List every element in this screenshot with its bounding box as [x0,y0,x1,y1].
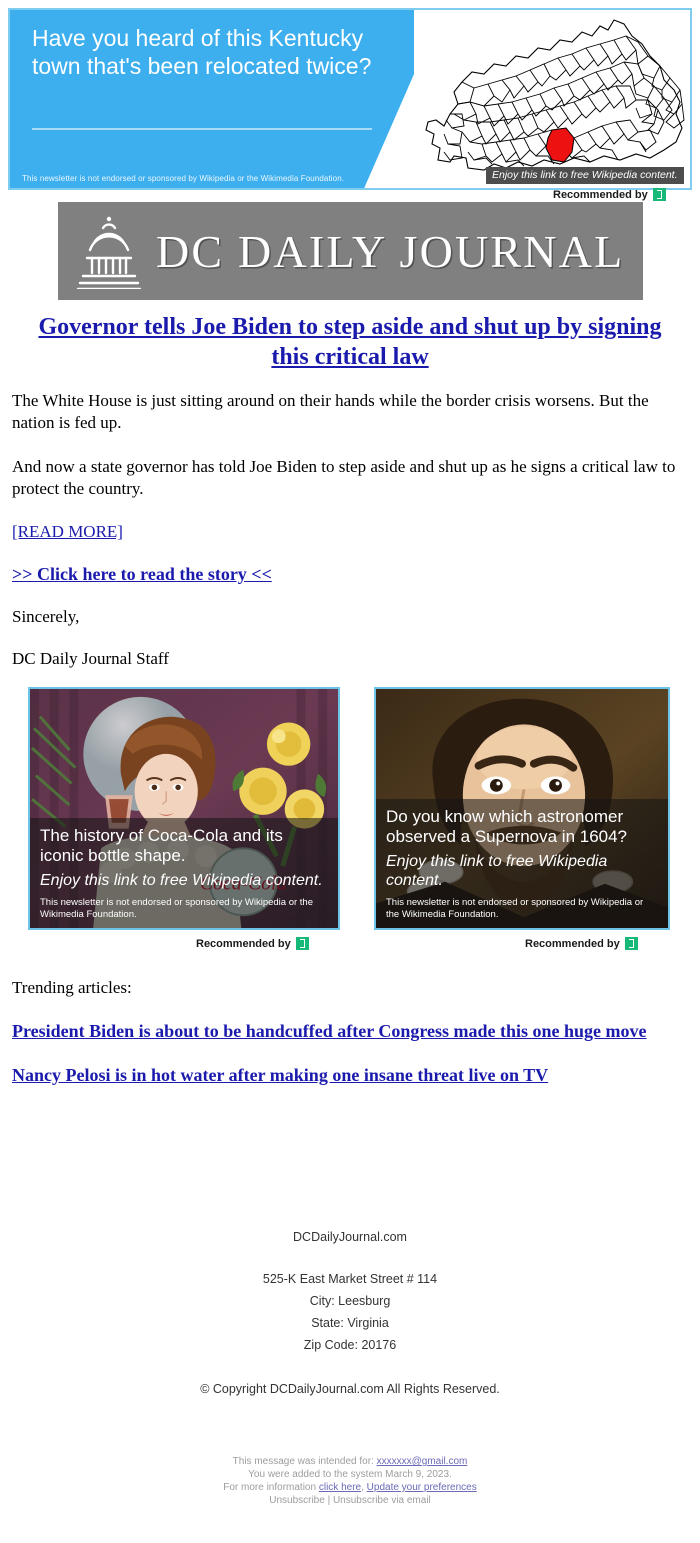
top-sponsored-ad[interactable]: Have you heard of this Kentucky town tha… [8,8,692,190]
click-here-link[interactable]: >> Click here to read the story << [12,564,272,585]
article-body: Governor tells Joe Biden to step aside a… [0,312,700,669]
outbrain-logo-icon [295,937,309,950]
card-disclaimer: This newsletter is not endorsed or spons… [386,897,644,920]
masthead-title: DC DAILY JOURNAL [156,225,625,277]
article-paragraph-1: The White House is just sitting around o… [12,391,649,432]
recommended-by-label: Recommended by [196,937,291,950]
kentucky-county-map-image: Enjoy this link to free Wikipedia conten… [414,10,690,188]
trending-label: Trending articles: [12,978,132,997]
recommended-by-label: Recommended by [525,937,620,950]
capitol-dome-icon [72,213,146,289]
card-title: Do you know which astronomer observed a … [386,807,628,846]
card-subtitle: Enjoy this link to free Wikipedia conten… [40,872,323,889]
card-disclaimer: This newsletter is not endorsed or spons… [40,897,313,920]
masthead-banner: DC DAILY JOURNAL [58,202,643,300]
footer-state: State: Virginia [311,1316,389,1330]
click-here-link[interactable]: click here [319,1482,361,1493]
footer-copyright: © Copyright DCDailyJournal.com All Right… [200,1382,500,1396]
read-more-link[interactable]: [READ MORE] [12,522,123,542]
trending-article-link-2[interactable]: Nancy Pelosi is in hot water after makin… [12,1064,688,1086]
trending-article-link-1[interactable]: President Biden is about to be handcuffe… [12,1020,688,1042]
ad-map-caption: Enjoy this link to free Wikipedia conten… [486,167,684,184]
recommended-by-card-right[interactable]: Recommended by [525,937,638,950]
footer-site-name: DCDailyJournal.com [293,1230,407,1244]
footer-zip: Zip Code: 20176 [303,1338,397,1352]
legal-intended-line: This message was intended for: xxxxxxx@g… [0,1455,700,1468]
legal-fineprint: This message was intended for: xxxxxxx@g… [0,1455,700,1507]
recommended-by-label: Recommended by [553,188,648,201]
footer-city: City: Leesburg [309,1294,391,1308]
ad-disclaimer: This newsletter is not endorsed or spons… [22,174,345,183]
recommended-by-top[interactable]: Recommended by [553,188,666,201]
legal-intended-prefix: This message was intended for: [232,1456,377,1467]
card-title: The history of Coca-Cola and its iconic … [40,826,283,865]
card-overlay: Do you know which astronomer observed a … [376,799,668,928]
legal-added-line: You were added to the system March 9, 20… [248,1469,452,1480]
email-newsletter-page: Have you heard of this Kentucky town tha… [0,0,700,1543]
update-preferences-link[interactable]: Update your preferences [367,1482,477,1493]
ad-headline: Have you heard of this Kentucky town tha… [32,25,372,79]
article-headline-link[interactable]: Governor tells Joe Biden to step aside a… [20,312,680,372]
trending-articles-section: Trending articles: President Biden is ab… [0,978,700,1086]
legal-moreinfo-prefix: For more information [223,1482,319,1493]
card-overlay: The history of Coca-Cola and its iconic … [30,818,338,928]
signoff-text: Sincerely, [12,607,80,626]
outbrain-logo-icon [624,937,638,950]
footer-street: 525-K East Market Street # 114 [262,1272,438,1286]
footer: DCDailyJournal.com 525-K East Market Str… [0,1230,700,1396]
sponsored-card-coca-cola[interactable]: Coca-Cola The history of Coca-Cola and i… [28,687,340,930]
outbrain-logo-icon [652,188,666,201]
recipient-email-link[interactable]: xxxxxxx@gmail.com [377,1456,468,1467]
recommended-by-card-left[interactable]: Recommended by [196,937,309,950]
legal-moreinfo-line: For more information click here, Update … [0,1481,700,1494]
article-paragraph-2: And now a state governor has told Joe Bi… [12,457,676,498]
sponsored-card-astronomer[interactable]: Do you know which astronomer observed a … [374,687,670,930]
card-subtitle: Enjoy this link to free Wikipedia conten… [386,853,608,889]
signature-text: DC Daily Journal Staff [12,649,169,668]
ad-divider [32,128,372,130]
legal-unsubscribe-line[interactable]: Unsubscribe | Unsubscribe via email [0,1494,700,1507]
